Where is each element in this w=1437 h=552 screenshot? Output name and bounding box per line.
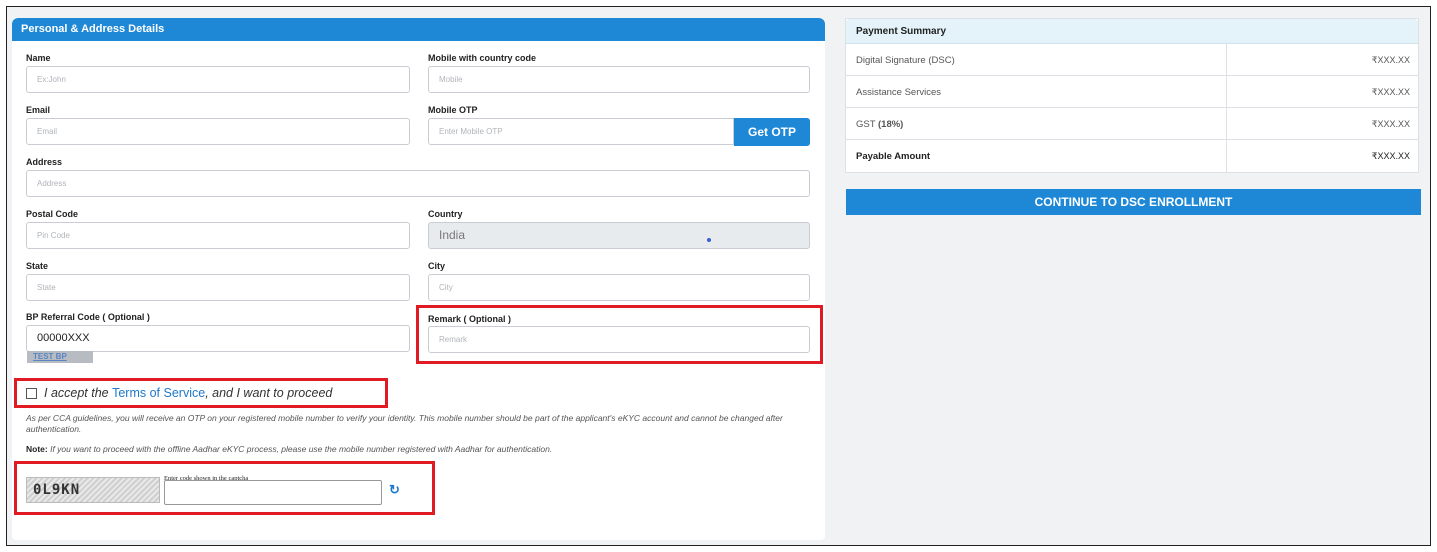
mobile-otp-label: Mobile OTP xyxy=(428,105,478,115)
highlight-captcha xyxy=(14,461,435,515)
address-label: Address xyxy=(26,157,63,167)
country-label: Country xyxy=(428,209,463,219)
payable-amount-value: ₹XXX.XX xyxy=(1371,151,1410,161)
mobile-otp-input[interactable]: Enter Mobile OTP xyxy=(428,118,734,145)
postal-code-label: Postal Code xyxy=(26,209,79,219)
city-input[interactable]: City xyxy=(428,274,810,301)
referral-code-input[interactable]: 00000XXX xyxy=(26,325,410,352)
summary-row-value: ₹XXX.XX xyxy=(1371,55,1410,65)
aadhar-note: Note: If you want to proceed with the of… xyxy=(26,444,552,454)
note-label: Note: xyxy=(26,444,48,454)
state-label: State xyxy=(26,261,49,271)
summary-row-label: GST (18%) xyxy=(846,108,1227,139)
section-title: Personal & Address Details xyxy=(12,18,825,41)
referral-code-label: BP Referral Code ( Optional ) xyxy=(26,312,150,322)
get-otp-button[interactable]: Get OTP xyxy=(734,118,810,146)
name-label: Name xyxy=(26,53,51,63)
summary-row-value: ₹XXX.XX xyxy=(1371,87,1410,97)
summary-row: GST (18%) ₹XXX.XX xyxy=(846,108,1418,140)
summary-row: Assistance Services ₹XXX.XX xyxy=(846,76,1418,108)
state-input[interactable]: State xyxy=(26,274,410,301)
gst-label: GST xyxy=(856,119,878,130)
mobile-label: Mobile with country code xyxy=(428,53,537,63)
email-input[interactable]: Email xyxy=(26,118,410,145)
note-text: If you want to proceed with the offline … xyxy=(47,444,553,454)
mobile-input[interactable]: Mobile xyxy=(428,66,810,93)
name-input[interactable]: Ex:John xyxy=(26,66,410,93)
payment-summary-title: Payment Summary xyxy=(846,19,1418,44)
postal-code-input[interactable]: Pin Code xyxy=(26,222,410,249)
payment-summary: Payment Summary Digital Signature (DSC) … xyxy=(845,18,1419,173)
cursor-dot xyxy=(707,238,711,242)
summary-row: Digital Signature (DSC) ₹XXX.XX xyxy=(846,44,1418,76)
address-input[interactable]: Address xyxy=(26,170,810,197)
otp-info-text: As per CCA guidelines, you will receive … xyxy=(26,413,783,434)
summary-row-label: Assistance Services xyxy=(846,76,1227,107)
payable-amount-label: Payable Amount xyxy=(846,140,1227,172)
summary-total-row: Payable Amount ₹XXX.XX xyxy=(846,140,1418,172)
email-label: Email xyxy=(26,105,51,115)
referral-tag[interactable]: TEST BP xyxy=(27,351,93,363)
highlight-remark xyxy=(416,305,823,364)
summary-row-value: ₹XXX.XX xyxy=(1371,119,1410,129)
gst-rate: (18%) xyxy=(878,119,904,130)
summary-row-label: Digital Signature (DSC) xyxy=(846,44,1227,75)
city-label: City xyxy=(428,261,446,271)
highlight-terms xyxy=(14,378,388,408)
country-select[interactable]: India xyxy=(428,222,810,249)
continue-to-dsc-enrollment-button[interactable]: CONTINUE TO DSC ENROLLMENT xyxy=(846,189,1421,215)
